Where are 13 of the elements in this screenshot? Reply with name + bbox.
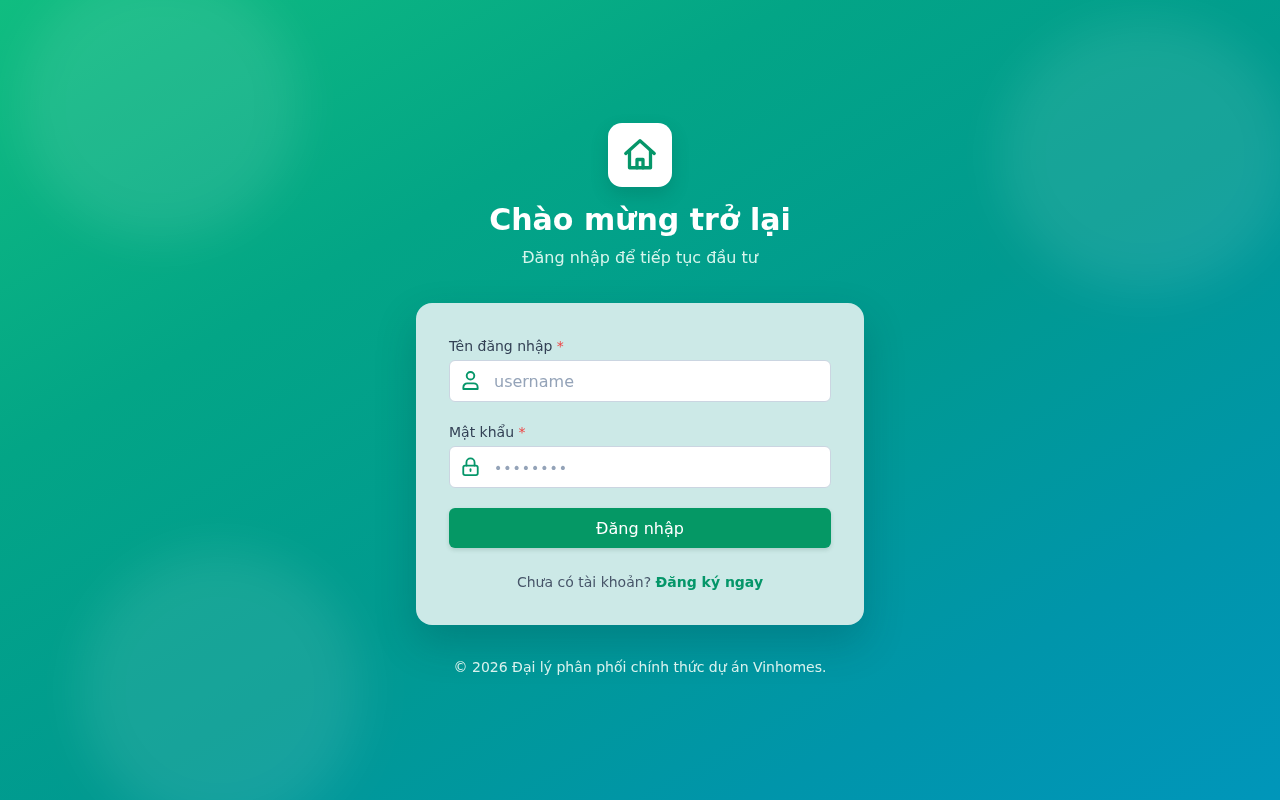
lock-icon — [462, 457, 479, 476]
signup-link[interactable]: Đăng ký ngay — [655, 574, 763, 590]
username-field[interactable]: username — [449, 360, 831, 402]
field-label: Tên đăng nhập * — [449, 337, 564, 356]
page-subtitle: Đăng nhập để tiếp tục đầu tư — [522, 247, 758, 269]
password-field[interactable]: •••••••• — [449, 446, 831, 488]
footer-text: © 2026 Đại lý phân phối chính thức dự án Vinhomes. — [453, 658, 827, 677]
page-title: Chào mừng trở lại — [489, 202, 791, 238]
signup-prompt: Chưa có tài khoản? Đăng ký ngay — [516, 573, 763, 592]
login-button[interactable]: Đăng nhập — [449, 508, 831, 548]
user-icon — [462, 371, 479, 390]
field-label: Mật khẩu * — [449, 423, 526, 442]
house-logo-icon — [608, 123, 672, 187]
